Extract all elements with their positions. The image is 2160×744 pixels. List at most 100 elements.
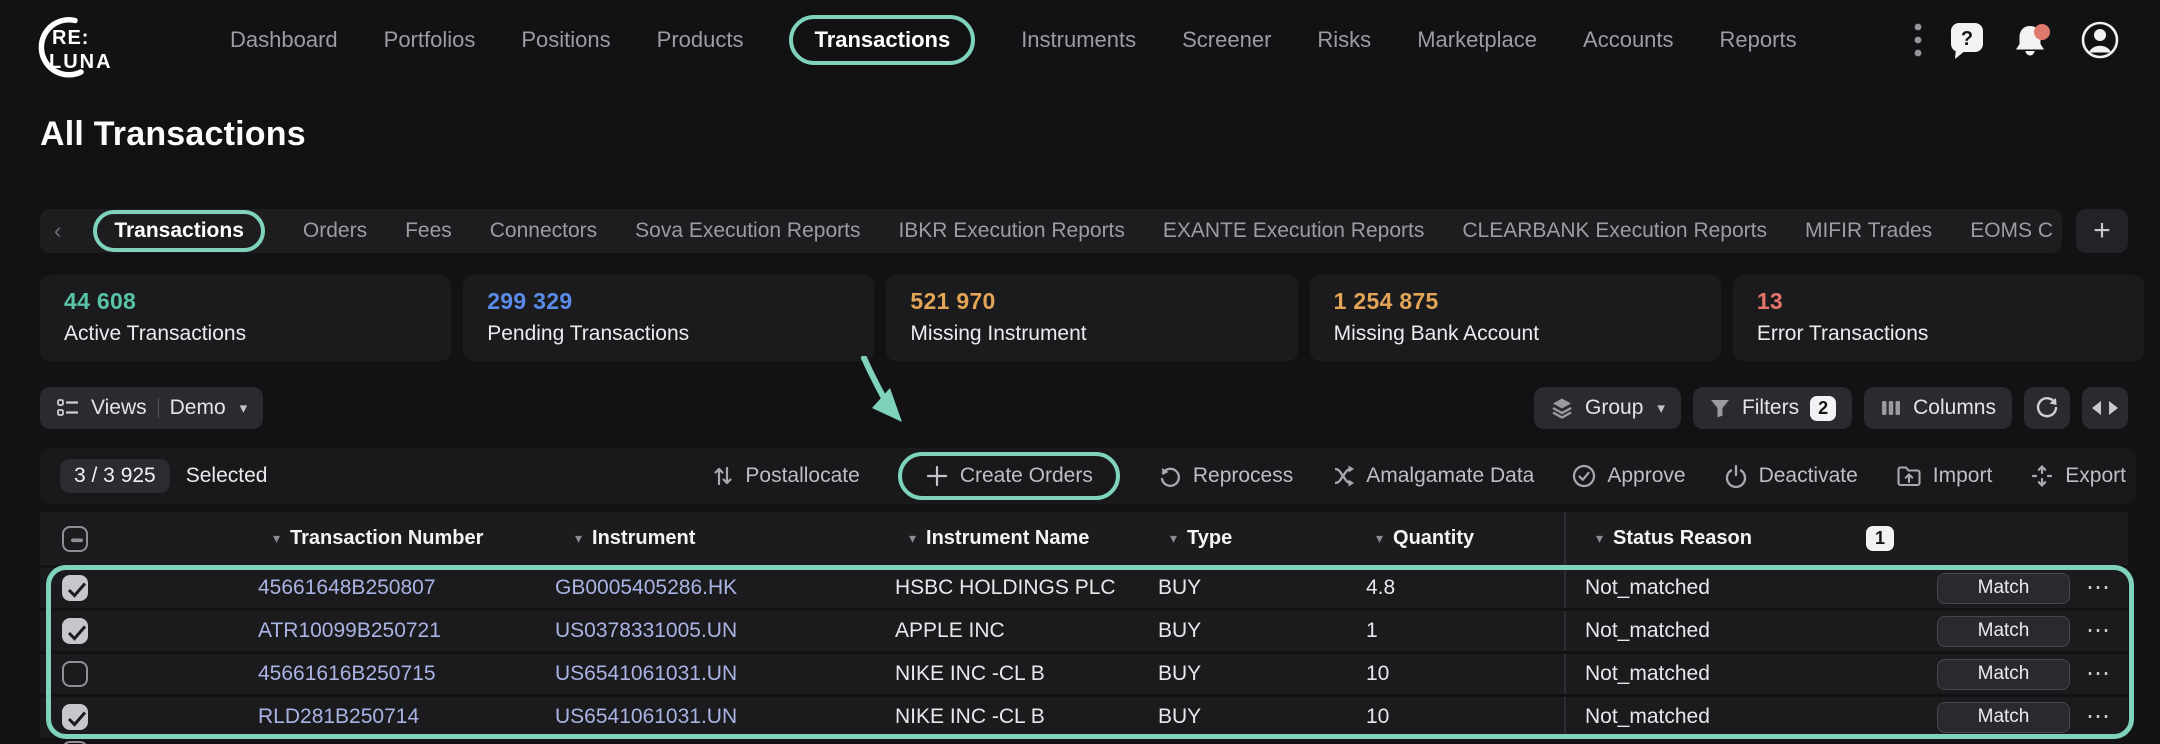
tab-orders[interactable]: Orders xyxy=(303,219,367,243)
tab-ibkr-execution-reports[interactable]: IBKR Execution Reports xyxy=(898,219,1124,243)
amalgamate-data-button[interactable]: Amalgamate Data xyxy=(1331,464,1534,488)
column-header-type[interactable]: ▾ Type xyxy=(1150,512,1280,565)
columns-icon xyxy=(1880,397,1902,419)
tab-clearbank-execution-reports[interactable]: CLEARBANK Execution Reports xyxy=(1462,219,1767,243)
export-button[interactable]: Export xyxy=(2030,464,2126,488)
merge-shuffle-icon xyxy=(1331,464,1355,488)
postallocate-button[interactable]: Postallocate xyxy=(712,464,859,488)
nav-item-risks[interactable]: Risks xyxy=(1317,27,1371,53)
nav-item-instruments[interactable]: Instruments xyxy=(1021,27,1136,53)
nav-item-marketplace[interactable]: Marketplace xyxy=(1417,27,1537,53)
status-reason-cell: Not_matched xyxy=(1564,697,1928,737)
sort-caret-icon[interactable]: ▾ xyxy=(909,530,916,547)
match-button[interactable]: Match xyxy=(1937,573,2070,604)
tab-sova-execution-reports[interactable]: Sova Execution Reports xyxy=(635,219,860,243)
column-header-instrument-name[interactable]: ▾ Instrument Name xyxy=(830,512,1150,565)
transaction-number-link[interactable]: 45661648B250807 xyxy=(258,576,436,600)
stat-value: 299 329 xyxy=(487,288,850,315)
column-header-quantity[interactable]: ▾ Quantity xyxy=(1280,512,1564,565)
match-button[interactable]: Match xyxy=(1937,702,2070,733)
tab-transactions[interactable]: Transactions xyxy=(93,210,265,252)
nav-item-transactions[interactable]: Transactions xyxy=(789,15,975,65)
nav-item-products[interactable]: Products xyxy=(657,27,744,53)
table-row[interactable]: RLD281B250714 US6541061031.UN NIKE INC -… xyxy=(40,697,2128,737)
sort-caret-icon[interactable]: ▾ xyxy=(575,530,582,547)
column-header-status-reason[interactable]: ▾ Status Reason 1 xyxy=(1564,512,1928,565)
add-tab-button[interactable]: + xyxy=(2076,209,2128,253)
stat-label: Error Transactions xyxy=(1757,322,2120,346)
profile-avatar-icon[interactable] xyxy=(2080,20,2120,60)
nav-item-portfolios[interactable]: Portfolios xyxy=(384,27,476,53)
column-header-instrument[interactable]: ▾ Instrument xyxy=(530,512,830,565)
views-selector-button[interactable]: Views Demo ▾ xyxy=(40,387,263,429)
group-button[interactable]: Group ▾ xyxy=(1534,387,1681,429)
select-all-cell xyxy=(40,512,140,565)
group-label: Group xyxy=(1585,396,1643,420)
sort-caret-icon[interactable]: ▾ xyxy=(1170,530,1177,547)
type-cell: BUY xyxy=(1150,611,1280,651)
select-all-checkbox[interactable] xyxy=(62,526,88,552)
instrument-link[interactable]: US0378331005.UN xyxy=(555,619,737,643)
nav-item-dashboard[interactable]: Dashboard xyxy=(230,27,338,53)
row-menu-icon[interactable]: ⋯ xyxy=(2086,583,2112,593)
action-label: Import xyxy=(1933,464,1993,488)
columns-button[interactable]: Columns xyxy=(1864,387,2012,429)
instrument-link[interactable]: GB0005405286.HK xyxy=(555,576,737,600)
row-checkbox[interactable] xyxy=(62,618,88,644)
row-menu-icon[interactable]: ⋯ xyxy=(2086,626,2112,636)
refresh-button[interactable] xyxy=(2024,387,2070,429)
filters-button[interactable]: Filters 2 xyxy=(1693,387,1852,429)
type-cell: BUY xyxy=(1150,697,1280,737)
column-label: Instrument Name xyxy=(926,527,1089,550)
kebab-menu-icon[interactable] xyxy=(1914,22,1922,58)
stat-card-missing-bank-account[interactable]: 1 254 875 Missing Bank Account xyxy=(1310,275,1721,361)
column-header-actions xyxy=(1928,512,2128,565)
sort-caret-icon[interactable]: ▾ xyxy=(273,530,280,547)
transaction-number-link[interactable]: ATR10099B250721 xyxy=(258,619,441,643)
match-button[interactable]: Match xyxy=(1937,659,2070,690)
sort-caret-icon[interactable]: ▾ xyxy=(1596,530,1603,547)
row-checkbox[interactable] xyxy=(62,704,88,730)
brand-logo[interactable]: RE: LUNA xyxy=(34,16,164,80)
tab-fees[interactable]: Fees xyxy=(405,219,452,243)
import-button[interactable]: Import xyxy=(1896,464,1993,488)
stat-label: Missing Bank Account xyxy=(1334,322,1697,346)
help-icon[interactable]: ? xyxy=(1948,20,1986,60)
transaction-number-link[interactable]: RLD281B250714 xyxy=(258,705,419,729)
nav-item-accounts[interactable]: Accounts xyxy=(1583,27,1674,53)
table-row[interactable]: 45661616B250715 US6541061031.UN NIKE INC… xyxy=(40,654,2128,694)
match-button[interactable]: Match xyxy=(1937,616,2070,647)
row-checkbox[interactable] xyxy=(62,661,88,687)
transactions-table: ▾ Transaction Number ▾ Instrument ▾ Inst… xyxy=(40,512,2128,737)
tab-mifir-trades[interactable]: MIFIR Trades xyxy=(1805,219,1932,243)
instrument-link[interactable]: US6541061031.UN xyxy=(555,662,737,686)
stat-card-error-transactions[interactable]: 13 Error Transactions xyxy=(1733,275,2144,361)
pagination-arrows-button[interactable] xyxy=(2082,387,2128,429)
row-menu-icon[interactable]: ⋯ xyxy=(2086,712,2112,722)
tab-connectors[interactable]: Connectors xyxy=(490,219,597,243)
notifications-bell-icon[interactable] xyxy=(2012,20,2054,60)
nav-item-reports[interactable]: Reports xyxy=(1720,27,1797,53)
tab-exante-execution-reports[interactable]: EXANTE Execution Reports xyxy=(1163,219,1424,243)
instrument-link[interactable]: US6541061031.UN xyxy=(555,705,737,729)
stat-card-missing-instrument[interactable]: 521 970 Missing Instrument xyxy=(886,275,1297,361)
stat-card-pending-transactions[interactable]: 299 329 Pending Transactions xyxy=(463,275,874,361)
approve-button[interactable]: Approve xyxy=(1572,464,1685,488)
row-menu-icon[interactable]: ⋯ xyxy=(2086,669,2112,679)
nav-item-positions[interactable]: Positions xyxy=(521,27,610,53)
sort-caret-icon[interactable]: ▾ xyxy=(1376,530,1383,547)
top-navigation-bar: RE: LUNA Dashboard Portfolios Positions … xyxy=(0,0,2160,80)
transaction-number-link[interactable]: 45661616B250715 xyxy=(258,662,436,686)
deactivate-button[interactable]: Deactivate xyxy=(1724,464,1858,488)
nav-item-screener[interactable]: Screener xyxy=(1182,27,1271,53)
stat-card-active-transactions[interactable]: 44 608 Active Transactions xyxy=(40,275,451,361)
reprocess-button[interactable]: Reprocess xyxy=(1158,464,1293,488)
table-row[interactable]: 45661648B250807 GB0005405286.HK HSBC HOL… xyxy=(40,568,2128,608)
tabs-scroll-left-icon[interactable]: ‹ xyxy=(54,218,61,244)
row-checkbox[interactable] xyxy=(62,575,88,601)
left-right-arrows-icon xyxy=(2090,397,2120,419)
table-row[interactable]: ATR10099B250721 US0378331005.UN APPLE IN… xyxy=(40,611,2128,651)
tab-eoms[interactable]: EOMS C xyxy=(1970,219,2053,243)
create-orders-button[interactable]: Create Orders xyxy=(898,452,1120,500)
column-header-transaction-number[interactable]: ▾ Transaction Number xyxy=(140,512,530,565)
